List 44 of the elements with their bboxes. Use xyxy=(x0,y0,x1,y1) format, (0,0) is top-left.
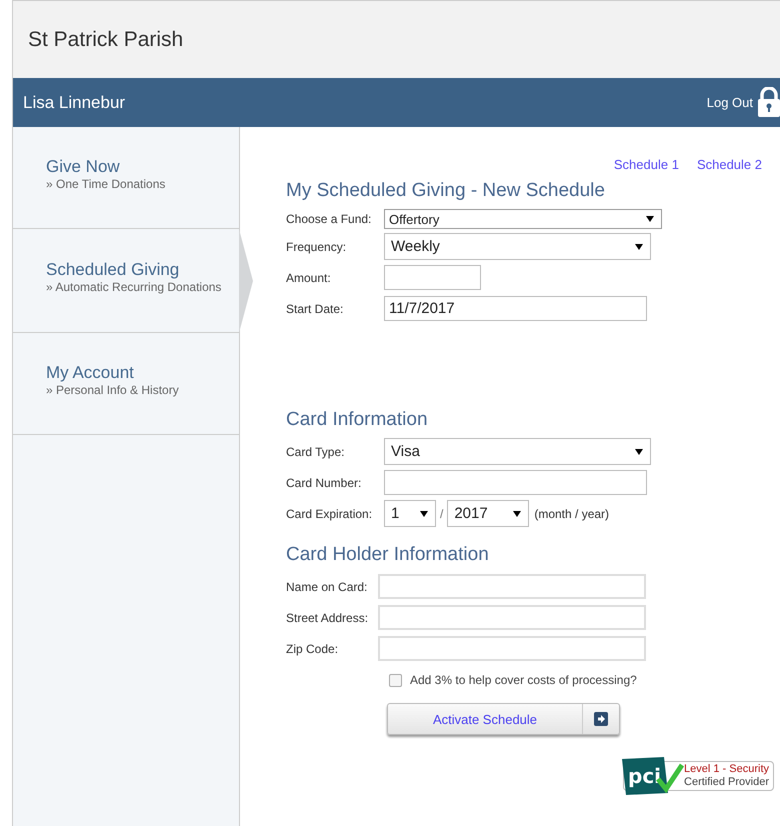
section-heading: Card Holder Information xyxy=(286,544,490,566)
expiry-hint: (month / year) xyxy=(534,506,610,520)
year-dropdown[interactable]: 2017 xyxy=(447,500,530,527)
checkbox-label: Add 3% to help cover costs of processing? xyxy=(410,673,637,687)
month-dropdown[interactable]: 1 xyxy=(384,500,436,527)
text-field[interactable] xyxy=(378,574,646,599)
caret-icon xyxy=(420,510,428,516)
field-label: Choose a Fund: xyxy=(286,212,372,226)
section-heading: My Scheduled Giving - New Schedule xyxy=(286,180,606,202)
activate-schedule-button[interactable]: Activate Schedule xyxy=(387,703,620,735)
site-title: St Patrick Parish xyxy=(28,28,184,52)
field-label: Street Address: xyxy=(286,610,370,624)
caret-icon xyxy=(646,216,654,222)
field-label: Frequency: xyxy=(286,240,348,254)
dropdown[interactable]: Offertory xyxy=(384,209,662,229)
caret-icon xyxy=(635,244,643,250)
text-field[interactable] xyxy=(378,636,646,661)
text-field[interactable] xyxy=(384,470,647,495)
text-field[interactable]: 11/7/2017 xyxy=(384,296,647,321)
field-label: Card Number: xyxy=(286,476,362,490)
dropdown[interactable]: Visa xyxy=(384,438,651,465)
field-label: Zip Code: xyxy=(286,642,340,656)
sidebar-item[interactable]: Scheduled Giving » Automatic Recurring Donations xyxy=(13,229,239,333)
sidebar-item[interactable]: Give Now » One Time Donations xyxy=(13,127,239,229)
field-label: Amount: xyxy=(286,270,332,284)
text-field[interactable] xyxy=(384,265,481,290)
schedule-link[interactable]: Schedule 2 xyxy=(696,157,762,172)
text-field[interactable] xyxy=(378,605,646,630)
field-label: Name on Card: xyxy=(286,580,368,594)
checkbox[interactable] xyxy=(389,674,402,686)
user-name: Lisa Linnebur xyxy=(23,92,126,112)
section-heading: Card Information xyxy=(286,409,429,431)
separator-text: / xyxy=(440,506,444,520)
badge-certified-text: Certified Provider xyxy=(684,776,769,789)
badge-level-text: Level 1 - Security xyxy=(684,763,769,776)
field-label: Card Expiration: xyxy=(286,506,374,520)
caret-icon xyxy=(635,448,643,454)
field-label: Start Date: xyxy=(286,302,344,316)
sidebar-item[interactable]: My Account » Personal Info & History xyxy=(13,333,239,435)
caret-icon xyxy=(513,510,522,516)
schedule-link[interactable]: Schedule 1 xyxy=(614,157,679,172)
dropdown[interactable]: Weekly xyxy=(384,233,651,260)
field-label: Card Type: xyxy=(286,444,346,458)
logout-link[interactable]: Log Out xyxy=(706,95,753,110)
